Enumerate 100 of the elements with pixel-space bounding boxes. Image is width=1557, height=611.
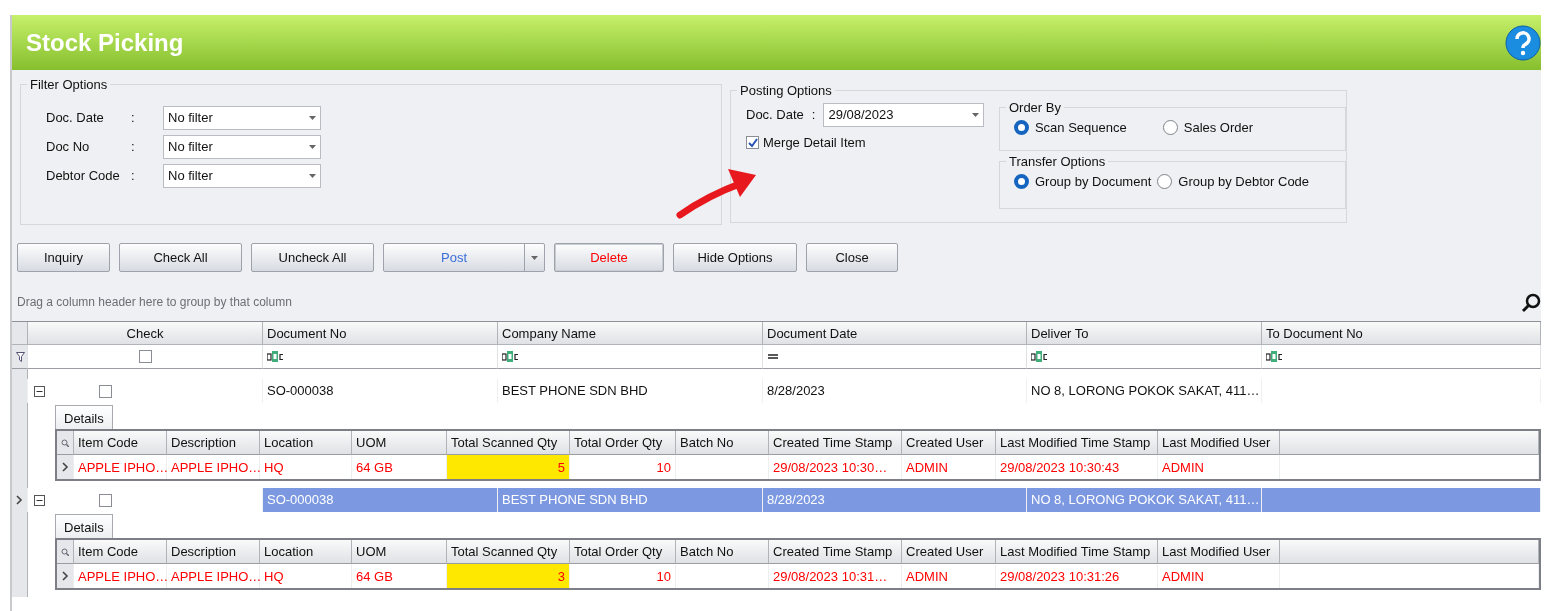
group-title: Order By [1007,101,1062,114]
toolbar-button[interactable]: Check All [119,243,242,272]
table-cell: 5 [447,455,570,479]
colon-label: : [131,137,136,156]
row-checkbox[interactable] [99,493,112,507]
column-header[interactable]: Created User [902,540,996,564]
field-label: Doc No [46,137,91,156]
column-header[interactable]: Description [167,431,260,455]
caret-icon[interactable] [531,255,538,260]
window-title: Stock Picking [26,27,184,58]
column-header[interactable]: Total Order Qty [570,431,676,455]
column-header[interactable]: Document No [263,322,498,345]
caret-icon[interactable] [309,173,316,178]
column-header[interactable]: Company Name [498,322,763,345]
split-button[interactable]: Post [383,243,545,272]
toolbar-button[interactable]: Close [806,243,898,272]
table-cell: 10 [570,564,676,588]
table-cell: SO-000038 [263,379,498,403]
toolbar-button[interactable]: Hide Options [673,243,797,272]
row-indicator-icon [61,462,69,472]
table-cell: 29/08/2023 10:31:26 [996,564,1158,588]
dropdown-field[interactable]: No filter [163,134,321,159]
table-cell: APPLE IPHO… [74,564,167,588]
field-label: Debtor Code [46,166,121,185]
caret-icon[interactable] [309,144,316,149]
table-cell: HQ [260,564,352,588]
text-filter-icon[interactable] [502,351,519,362]
row-checkbox[interactable] [99,384,112,398]
column-header[interactable]: Last Modified Time Stamp [996,431,1158,455]
table-cell: 10 [570,455,676,479]
field-label: Doc. Date [46,108,105,127]
dropdown-field[interactable]: No filter [163,163,321,188]
column-header[interactable]: Batch No [676,431,769,455]
column-header[interactable]: Created Time Stamp [769,431,902,455]
collapse-icon[interactable] [34,494,45,506]
caret-icon[interactable] [309,115,316,120]
column-header[interactable]: Created Time Stamp [769,540,902,564]
table-cell: NO 8, LORONG POKOK SAKAT, 411… [1027,488,1262,512]
column-header[interactable]: Last Modified User [1158,431,1280,455]
group-panel-hint: Drag a column header here to group by that column [17,294,292,311]
text-filter-icon[interactable] [1031,351,1048,362]
group-title: Transfer Options [1007,155,1107,168]
toolbar-button[interactable]: Uncheck All [251,243,374,272]
column-header[interactable]: Total Scanned Qty [447,540,570,564]
column-header[interactable]: Last Modified User [1158,540,1280,564]
dropdown-field[interactable]: No filter [163,105,321,130]
table-cell: BEST PHONE SDN BHD [498,379,763,403]
details-tab[interactable]: Details [55,405,113,429]
checkbox[interactable] [746,136,759,150]
text-filter-icon[interactable] [267,351,284,362]
column-header[interactable]: Created User [902,431,996,455]
column-header[interactable]: Last Modified Time Stamp [996,540,1158,564]
colon-label: : [811,106,816,125]
radio-button[interactable] [1162,120,1178,136]
equals-icon[interactable] [767,353,779,360]
field-label: Doc. Date [746,106,804,125]
toolbar-button[interactable]: Inquiry [17,243,110,272]
collapse-icon[interactable] [34,385,45,397]
table-cell: APPLE IPHO… [74,455,167,479]
master-row[interactable]: SO-000038 BEST PHONE SDN BHD 8/28/2023 NO 8, LORONG POKOK SAKAT, 411… [12,379,1541,403]
help-icon[interactable] [1505,24,1541,61]
table-cell: ADMIN [1158,564,1280,588]
table-cell: ADMIN [902,564,996,588]
column-header[interactable]: Document Date [763,322,1027,345]
section-title: Filter Options [29,78,109,91]
column-header[interactable]: UOM [352,431,447,455]
column-header[interactable]: Check [28,322,263,345]
date-field[interactable]: 29/08/2023 [823,103,985,127]
details-tab[interactable]: Details [55,514,113,538]
column-header[interactable]: Item Code [74,431,167,455]
filter-checkbox[interactable] [138,350,152,363]
column-header[interactable]: Location [260,540,352,564]
column-header[interactable]: UOM [352,540,447,564]
table-cell: 29/08/2023 10:31… [769,564,902,588]
table-cell: HQ [260,455,352,479]
column-header[interactable]: Total Scanned Qty [447,431,570,455]
radio-button[interactable] [1157,174,1173,190]
colon-label: : [131,166,136,185]
column-header[interactable]: Location [260,431,352,455]
column-header[interactable]: Batch No [676,540,769,564]
radio-button[interactable] [1013,120,1029,136]
radio-label: Group by Document [1034,173,1152,191]
search-icon[interactable] [1521,293,1541,313]
radio-label: Scan Sequence [1034,119,1127,137]
column-header[interactable]: Item Code [74,540,167,564]
table-cell: 3 [447,564,570,588]
column-header[interactable]: Total Order Qty [570,540,676,564]
colon-label: : [131,108,136,127]
table-cell: ADMIN [1158,455,1280,479]
radio-button[interactable] [1013,174,1029,190]
text-filter-icon[interactable] [1266,351,1283,362]
table-cell: 8/28/2023 [763,379,1027,403]
column-header[interactable]: Deliver To [1027,322,1262,345]
table-cell: 8/28/2023 [763,488,1027,512]
caret-icon[interactable] [972,113,980,117]
table-cell: NO 8, LORONG POKOK SAKAT, 411… [1027,379,1262,403]
table-cell: SO-000038 [263,488,498,512]
column-header[interactable]: To Document No [1262,322,1541,345]
column-header[interactable]: Description [167,540,260,564]
radio-label: Group by Debtor Code [1178,173,1310,191]
